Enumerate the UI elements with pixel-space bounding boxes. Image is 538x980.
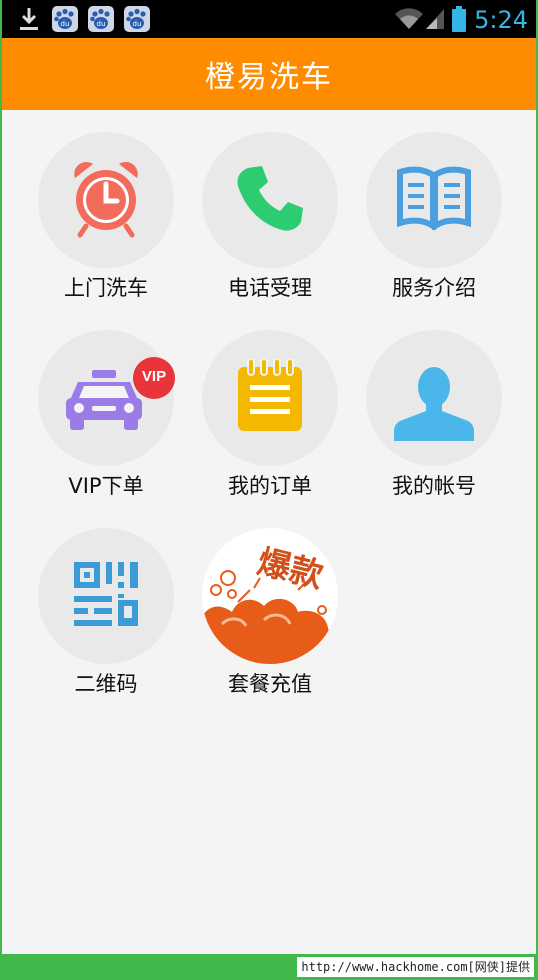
menu-item-icon-bg	[202, 330, 338, 466]
menu-item-icon-bg: 爆款	[202, 528, 338, 664]
alarm-clock-icon	[69, 158, 143, 242]
baidu-badge-text: du	[97, 20, 106, 28]
menu-item-icon-bg	[38, 528, 174, 664]
menu-item-label: 服务介绍	[392, 276, 476, 300]
baidu-icon: du	[122, 0, 152, 38]
page-title: 橙易洗车	[205, 60, 333, 95]
book-icon	[396, 166, 472, 234]
signal-icon	[424, 0, 446, 38]
vip-badge-icon: VIP	[132, 356, 176, 400]
app-frame: du du du 5:24 橙易洗车 上门洗车 电话受理 服务介绍 VIP VI…	[0, 0, 538, 980]
menu-item-label: 我的帐号	[392, 474, 476, 498]
status-bar: du du du 5:24	[2, 0, 536, 38]
title-bar: 橙易洗车	[2, 38, 536, 110]
menu-item-icon-bg	[38, 132, 174, 268]
menu-item-vip-order[interactable]: VIP VIP下单	[24, 330, 188, 510]
baidu-badge-text: du	[133, 20, 142, 28]
wifi-icon	[394, 0, 424, 38]
promo-explosion-icon: 爆款	[202, 528, 338, 664]
vip-badge-text: VIP	[141, 368, 167, 385]
menu-item-package-recharge[interactable]: 爆款 套餐充值	[188, 528, 352, 708]
qr-code-icon	[72, 560, 140, 632]
menu-item-label: 上门洗车	[64, 276, 148, 300]
watermark-text: http://www.hackhome.com[网侠]提供	[297, 957, 534, 977]
menu-item-label: 套餐充值	[228, 672, 312, 696]
menu-item-my-account[interactable]: 我的帐号	[352, 330, 516, 510]
notepad-icon	[236, 358, 304, 437]
menu-item-label: 我的订单	[228, 474, 312, 498]
menu-item-label: 二维码	[74, 672, 138, 696]
menu-item-icon-bg: VIP	[38, 330, 176, 466]
menu-item-label: 电话受理	[228, 276, 312, 300]
baidu-icon: du	[86, 0, 116, 38]
menu-item-qr-code[interactable]: 二维码	[24, 528, 188, 708]
status-time: 5:24	[474, 6, 528, 34]
battery-icon	[450, 0, 468, 38]
baidu-badge-text: du	[61, 20, 70, 28]
phone-icon	[234, 162, 306, 238]
menu-item-home-wash[interactable]: 上门洗车	[24, 132, 188, 312]
menu-item-icon-bg	[366, 132, 502, 268]
menu-item-label: VIP下单	[68, 474, 144, 498]
user-icon	[392, 363, 476, 447]
bottom-bar: http://www.hackhome.com[网侠]提供	[2, 954, 536, 980]
menu-item-icon-bg	[366, 330, 502, 466]
baidu-icon: du	[50, 0, 80, 38]
menu-item-icon-bg	[202, 132, 338, 268]
menu-item-service-intro[interactable]: 服务介绍	[352, 132, 516, 312]
menu-item-phone-service[interactable]: 电话受理	[188, 132, 352, 312]
download-icon	[16, 0, 42, 38]
menu-item-my-orders[interactable]: 我的订单	[188, 330, 352, 510]
